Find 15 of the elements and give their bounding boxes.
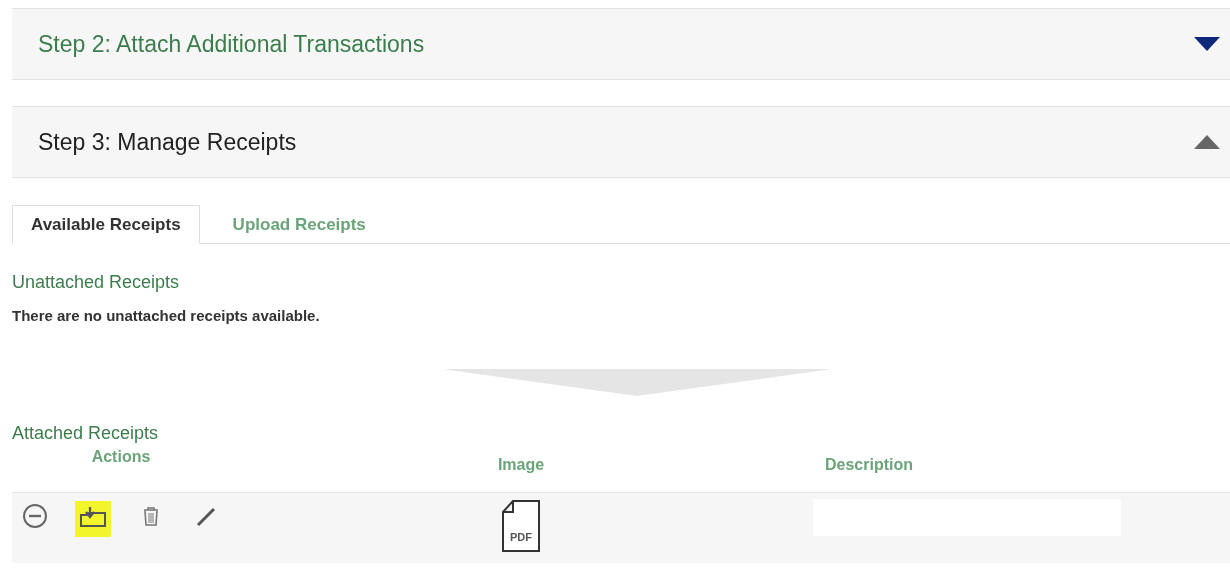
tab[interactable]: Available Receipts [12, 205, 200, 244]
section-heading: Attached Receipts [12, 423, 160, 444]
column-header: Actions [90, 447, 152, 467]
collapse-caret-icon[interactable] [1194, 135, 1220, 149]
expand-caret-icon[interactable] [1194, 37, 1220, 51]
remove-icon[interactable] [20, 501, 50, 531]
section-header[interactable]: Step 3: Manage Receipts [12, 106, 1230, 178]
section-heading: Unattached Receipts [12, 272, 181, 293]
section-title: Step 2: Attach Additional Transactions [38, 30, 425, 58]
folder-download-icon[interactable] [75, 501, 111, 537]
empty-message: There are no unattached receipts available. [12, 307, 321, 324]
column-header: Image [496, 456, 546, 475]
column-header: Description [824, 456, 914, 475]
section-title: Step 3: Manage Receipts [38, 128, 297, 156]
section-header[interactable]: Step 2: Attach Additional Transactions [12, 8, 1230, 80]
